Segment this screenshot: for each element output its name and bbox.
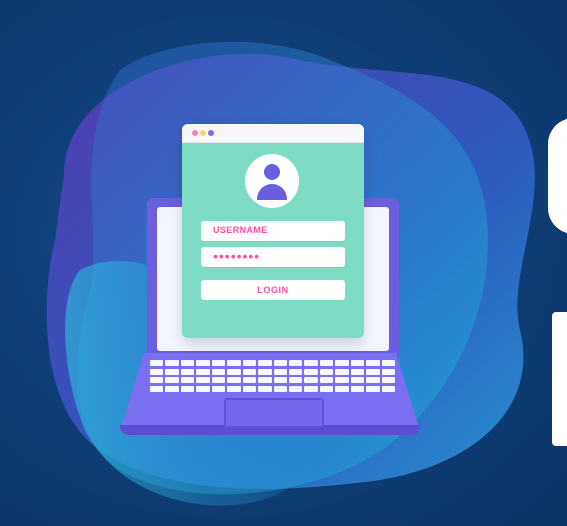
maximize-dot-icon[interactable] [208,130,214,136]
keyboard-key [319,368,334,375]
keyboard-key [273,385,287,392]
keyboard-key [366,377,380,383]
keyboard-key [258,385,272,392]
keyboard-key [165,377,179,383]
keyboard-key [273,360,287,366]
keyboard-key [304,377,318,383]
laptop-keyboard [150,360,395,392]
keyboard-key [350,377,365,383]
keyboard-key [350,368,365,375]
keyboard-key [319,385,334,392]
keyboard-key [150,385,164,392]
keyboard-key [211,360,226,366]
keyboard-key [288,360,303,366]
keyboard-key [350,360,365,366]
keyboard-key [227,360,241,366]
keyboard-key [180,368,195,375]
keyboard-key [150,377,164,383]
avatar-body [257,184,287,200]
minimize-dot-icon[interactable] [200,130,206,136]
keyboard-key [150,360,164,366]
keyboard-key [196,360,210,366]
keyboard-key [258,377,272,383]
keyboard-key [165,360,179,366]
keyboard-key [335,377,349,383]
keyboard-key [288,385,303,392]
username-field[interactable]: USERNAME [201,221,345,241]
keyboard-key [258,360,272,366]
keyboard-key [258,368,272,375]
keyboard-key [288,377,303,383]
keyboard-key [335,368,349,375]
keyboard-key [381,377,395,383]
keyboard-key [165,368,179,375]
login-button-label: LOGIN [257,285,289,295]
username-placeholder: USERNAME [213,225,268,235]
side-panel-top [548,118,567,234]
keyboard-key [366,368,380,375]
password-field[interactable]: •••••••• [201,247,345,267]
keyboard-key [304,368,318,375]
keyboard-key [242,377,257,383]
keyboard-key [227,377,241,383]
keyboard-key [350,385,365,392]
keyboard-key [335,360,349,366]
illustration-scene: USERNAME •••••••• LOGIN [0,0,567,526]
user-avatar-icon [245,154,299,208]
keyboard-key [180,360,195,366]
keyboard-key [196,377,210,383]
laptop-trackpad [224,398,324,428]
keyboard-key [319,377,334,383]
login-button[interactable]: LOGIN [201,280,345,300]
keyboard-key [319,360,334,366]
keyboard-key [242,360,257,366]
window-titlebar [182,124,364,143]
keyboard-key [381,360,395,366]
keyboard-key [366,360,380,366]
keyboard-key [335,385,349,392]
keyboard-key [211,377,226,383]
keyboard-key [273,377,287,383]
side-panel-bottom [552,312,567,446]
keyboard-key [227,368,241,375]
keyboard-key [381,385,395,392]
keyboard-key [165,385,179,392]
keyboard-key [180,385,195,392]
keyboard-key [180,377,195,383]
password-masked-value: •••••••• [213,248,261,264]
keyboard-key [304,360,318,366]
keyboard-key [211,385,226,392]
keyboard-key [150,368,164,375]
keyboard-key [196,385,210,392]
keyboard-key [227,385,241,392]
login-window: USERNAME •••••••• LOGIN [182,124,364,338]
keyboard-key [196,368,210,375]
keyboard-key [381,368,395,375]
avatar-head [264,164,280,180]
keyboard-key [288,368,303,375]
keyboard-key [242,368,257,375]
keyboard-key [366,385,380,392]
keyboard-key [211,368,226,375]
keyboard-key [242,385,257,392]
keyboard-key [304,385,318,392]
keyboard-key [273,368,287,375]
close-dot-icon[interactable] [192,130,198,136]
